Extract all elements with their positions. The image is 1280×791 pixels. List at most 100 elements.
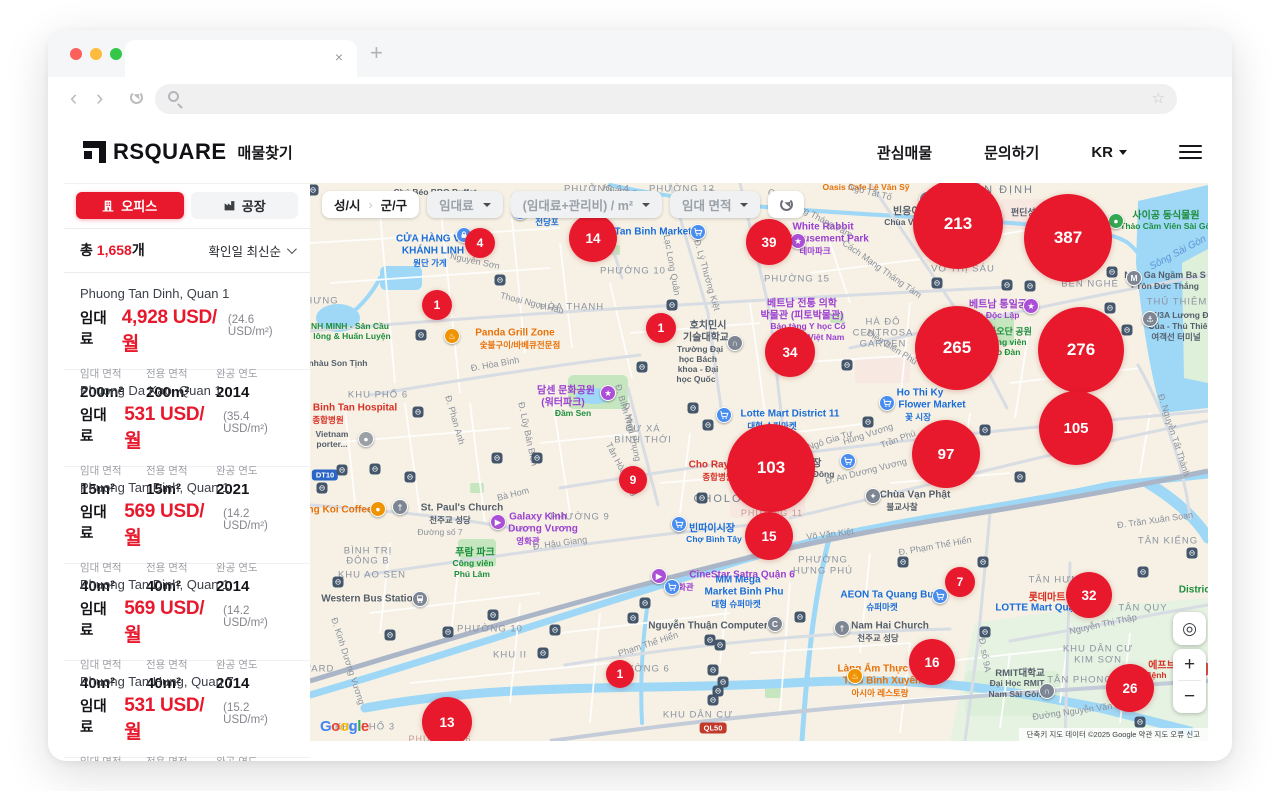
hot-poi-icon[interactable]: ♨ [847,668,863,684]
rsquare-logo[interactable]: RSQUARE 매물찾기 [83,139,293,165]
property-cluster-marker[interactable]: 26 [1106,664,1154,712]
play-poi-icon[interactable]: ▶ [651,568,667,584]
metro-station-icon[interactable]: ⊖ [1002,280,1013,291]
metro-station-icon[interactable]: ⊖ [370,464,381,475]
bus-poi-icon[interactable] [412,591,428,607]
C-poi-icon[interactable]: C [767,616,783,632]
nav-inquiry[interactable]: 문의하기 [984,142,1039,163]
metro-station-icon[interactable]: ⊖ [1107,267,1118,278]
metro-station-icon[interactable]: ⊖ [488,610,499,621]
metro-station-icon[interactable]: ⊖ [310,185,319,196]
property-cluster-marker[interactable]: 97 [912,420,980,488]
property-cluster-marker[interactable]: 265 [915,306,999,390]
rent-mgmt-filter[interactable]: (임대료+관리비) / m² [511,191,662,218]
zoom-in-button[interactable]: + [1173,649,1206,680]
cart-poi-icon[interactable] [671,516,687,532]
metro-station-icon[interactable]: ⊖ [713,686,724,697]
property-cluster-marker[interactable]: 1 [646,313,676,343]
anchor-poi-icon[interactable]: ⚓ [1142,311,1158,327]
new-tab-button[interactable]: + [370,40,383,66]
cross-poi-icon[interactable]: † [834,620,850,636]
property-cluster-marker[interactable]: 213 [913,183,1003,269]
browser-tab[interactable]: × [125,40,357,77]
metro-station-icon[interactable]: ⊖ [978,557,989,568]
rent-filter[interactable]: 임대료 [427,191,503,218]
tab-office[interactable]: 오피스 [76,192,184,219]
metro-station-icon[interactable]: ⊖ [416,330,427,341]
property-cluster-marker[interactable]: 39 [746,219,792,265]
cart-poi-icon[interactable] [716,407,732,423]
property-cluster-marker[interactable]: 387 [1024,194,1112,282]
bookmark-star-icon[interactable]: ☆ [1152,89,1165,107]
property-cluster-marker[interactable]: 15 [745,512,793,560]
metro-station-icon[interactable]: ⊖ [863,417,874,428]
metro-station-icon[interactable]: ⊖ [688,403,699,414]
metro-station-icon[interactable]: ⊖ [628,613,639,624]
metro-station-icon[interactable]: ⊖ [333,577,344,588]
cross-poi-icon[interactable]: † [392,499,408,515]
metro-station-icon[interactable]: ⊖ [1135,717,1146,728]
language-selector[interactable]: KR [1091,144,1127,161]
metro-station-icon[interactable]: ⊖ [385,630,396,641]
metro-station-icon[interactable]: ⊖ [795,612,806,623]
refresh-icon[interactable] [130,91,143,109]
sort-dropdown[interactable]: 확인일 최신순 [209,241,294,260]
play-poi-icon[interactable]: ▶ [490,514,506,530]
metro-station-icon[interactable]: ⊖ [1105,303,1116,314]
metro-station-icon[interactable]: ⊖ [898,557,909,568]
metro-station-icon[interactable]: ⊖ [1187,548,1198,559]
dot-poi-icon[interactable]: ● [370,501,386,517]
geolocate-button[interactable]: ◎ [1173,612,1206,645]
nav-favorites[interactable]: 관심매물 [877,142,932,163]
metro-station-icon[interactable]: ⊖ [980,627,991,638]
metro-station-icon[interactable]: ⊖ [637,362,648,373]
url-bar[interactable]: ☆ [155,84,1177,114]
property-cluster-marker[interactable]: 1 [422,290,452,320]
metro-station-icon[interactable]: ⊖ [703,420,714,431]
property-cluster-marker[interactable]: 1 [606,660,634,688]
hot-poi-icon[interactable]: ♨ [444,328,460,344]
star-poi-icon[interactable]: ★ [1023,298,1039,314]
M-poi-icon[interactable]: M [1126,270,1142,286]
property-cluster-marker[interactable]: 7 [945,567,975,597]
metro-station-icon[interactable]: ⊖ [640,598,651,609]
region-filter[interactable]: 성/시 › 군/구 [322,191,419,218]
menu-icon[interactable] [1179,145,1202,160]
cart-poi-icon[interactable] [690,224,706,240]
cap-poi-icon[interactable]: ∩ [1039,683,1055,699]
metro-station-icon[interactable]: ⊖ [932,278,943,289]
metro-station-icon[interactable]: ⊖ [1015,472,1026,483]
minimize-window-button[interactable] [90,48,102,60]
map-refresh-button[interactable] [768,191,804,218]
maximize-window-button[interactable] [110,48,122,60]
spark-poi-icon[interactable]: ✦ [865,488,881,504]
metro-station-icon[interactable]: ⊖ [1138,567,1149,578]
metro-station-icon[interactable]: ⊖ [538,648,549,659]
dot-poi-icon[interactable]: ● [358,431,374,447]
metro-station-icon[interactable]: ⊖ [495,275,506,286]
property-cluster-marker[interactable]: 105 [1039,391,1113,465]
metro-station-icon[interactable]: ⊖ [697,493,708,504]
map-canvas[interactable]: PHƯỜNG 14PHƯỜNG 12Chú Béo BBQ BuffetOasi… [310,183,1208,741]
metro-station-icon[interactable]: ⊖ [550,625,561,636]
back-icon[interactable]: ‹ [70,85,77,111]
cart-poi-icon[interactable] [932,588,948,604]
forward-icon[interactable]: › [96,85,103,111]
metro-station-icon[interactable]: ⊖ [405,472,416,483]
property-cluster-marker[interactable]: 4 [465,228,495,258]
star-poi-icon[interactable]: ★ [790,233,806,249]
property-cluster-marker[interactable]: 9 [619,466,647,494]
metro-station-icon[interactable]: ⊖ [413,407,424,418]
metro-station-icon[interactable]: ⊖ [842,360,853,371]
property-cluster-marker[interactable]: 13 [422,697,472,741]
cart-poi-icon[interactable] [879,395,895,411]
metro-station-icon[interactable]: ⊖ [708,665,719,676]
tab-close-icon[interactable]: × [335,49,343,65]
metro-station-icon[interactable]: ⊖ [492,453,503,464]
area-filter[interactable]: 임대 면적 [670,191,760,218]
metro-station-icon[interactable]: ⊖ [1025,281,1036,292]
property-cluster-marker[interactable]: 14 [569,214,617,262]
metro-station-icon[interactable]: ⊖ [715,640,726,651]
metro-station-icon[interactable]: ⊖ [532,453,543,464]
property-cluster-marker[interactable]: 103 [727,424,815,512]
